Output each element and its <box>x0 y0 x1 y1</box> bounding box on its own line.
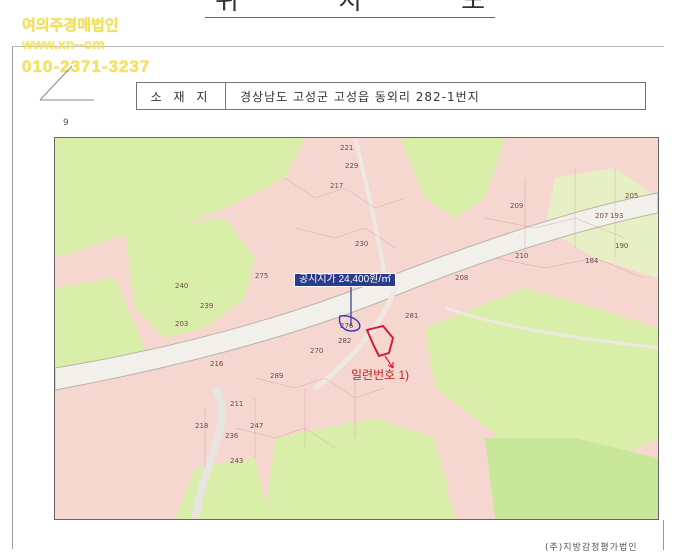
lot-number: 184 <box>585 257 599 265</box>
diagonal-mark <box>39 65 94 101</box>
map-canvas: 221 229 217 230 208 240 239 210 275 276 … <box>55 138 658 519</box>
lot-number: 209 <box>510 202 523 210</box>
official-price-label: 공시지가 24,400원/㎡ <box>294 273 397 287</box>
location-map: 221 229 217 230 208 240 239 210 275 276 … <box>54 137 659 520</box>
lot-number: 217 <box>330 182 343 190</box>
lot-number: 229 <box>345 162 358 170</box>
lot-number: 193 <box>610 212 623 220</box>
lot-number: 275 <box>255 272 268 280</box>
lot-number: 243 <box>230 457 243 465</box>
address-label: 소 재 지 <box>137 83 226 109</box>
lot-number: 203 <box>175 320 188 328</box>
lot-number: 236 <box>225 432 239 440</box>
watermark-company: 여의주경매법인 <box>22 17 119 34</box>
lot-number: 216 <box>210 360 224 368</box>
title-char-3: 도 <box>461 0 485 16</box>
address-value: 경상남도 고성군 고성읍 동외리 282-1번지 <box>240 89 480 104</box>
lot-number: 239 <box>200 302 213 310</box>
lot-number: 289 <box>270 372 283 380</box>
lot-number: 230 <box>355 240 368 248</box>
lot-number: 210 <box>515 252 528 260</box>
lot-number: 240 <box>175 282 188 290</box>
lot-number: 247 <box>250 422 263 430</box>
lot-number: 190 <box>615 242 628 250</box>
lot-number: 211 <box>230 400 243 408</box>
frame-edge <box>663 520 664 550</box>
lot-number: 270 <box>310 347 323 355</box>
footer-firm: (주)지방감정평가법인 <box>545 543 638 553</box>
title-char-1: 위 <box>215 0 239 16</box>
section-mark: 9 <box>63 118 69 128</box>
lot-number: 208 <box>455 274 468 282</box>
lot-number: 282 <box>338 337 351 345</box>
lot-number: 205 <box>625 192 638 200</box>
lot-number: 221 <box>340 144 353 152</box>
serial-number-label: 일련번호 1) <box>351 368 410 382</box>
address-box: 소 재 지 경상남도 고성군 고성읍 동외리 282-1번지 <box>136 82 646 110</box>
lot-number: 218 <box>195 422 208 430</box>
title-char-2: 치 <box>338 0 362 16</box>
lot-number: 207 <box>595 212 608 220</box>
page-title: 위 치 도 <box>205 0 495 18</box>
lot-number: 281 <box>405 312 418 320</box>
watermark-website: www.xn--om <box>22 36 105 52</box>
